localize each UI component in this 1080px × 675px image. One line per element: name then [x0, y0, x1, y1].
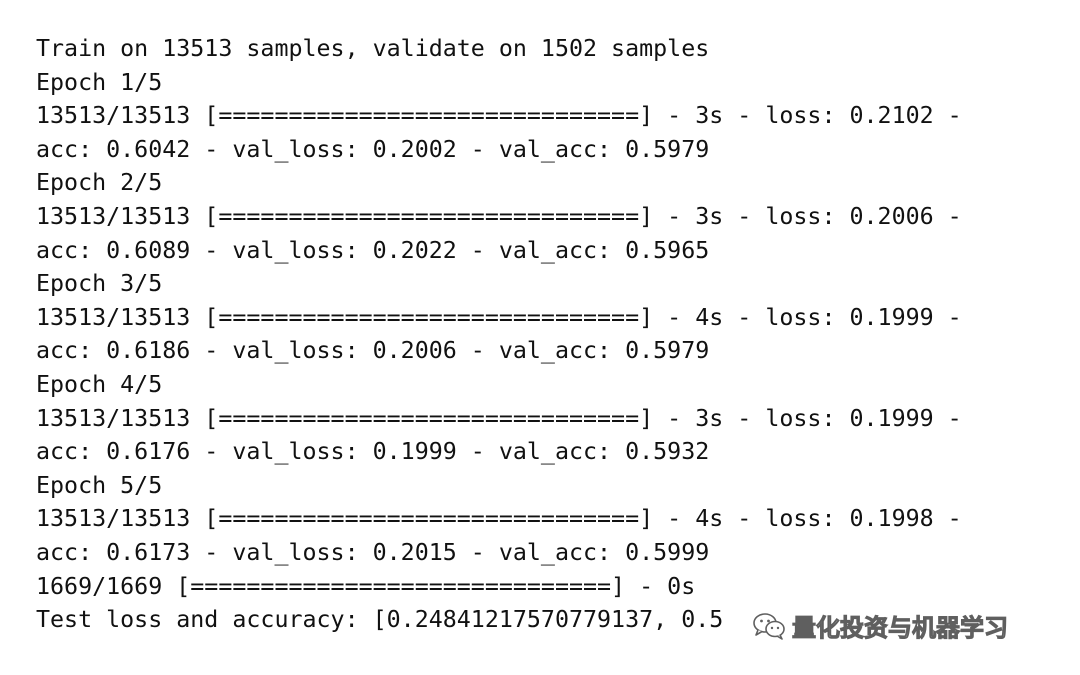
- watermark-text: 量化投资与机器学习: [792, 614, 1009, 643]
- console-line-epoch-5-progress: 13513/13513 [===========================…: [36, 505, 962, 533]
- console-line-epoch-2: Epoch 2/5: [36, 169, 163, 197]
- console-line-epoch-2-progress: 13513/13513 [===========================…: [36, 202, 962, 230]
- console-line-epoch-1: Epoch 1/5: [36, 68, 163, 96]
- console-line-epoch-5: Epoch 5/5: [36, 471, 163, 499]
- screenshot-canvas: Train on 13513 samples, validate on 1502…: [0, 0, 1080, 675]
- console-line-epoch-3: Epoch 3/5: [36, 270, 163, 298]
- console-line-epoch-4-metrics: acc: 0.6176 - val_loss: 0.1999 - val_acc…: [36, 438, 710, 466]
- console-line-epoch-1-metrics: acc: 0.6042 - val_loss: 0.2002 - val_acc…: [36, 135, 710, 163]
- console-line-epoch-2-metrics: acc: 0.6089 - val_loss: 0.2022 - val_acc…: [36, 236, 710, 264]
- console-line-summary: Train on 13513 samples, validate on 1502…: [36, 35, 710, 62]
- console-line-epoch-4-progress: 13513/13513 [===========================…: [36, 404, 962, 432]
- console-line-epoch-4: Epoch 4/5: [36, 370, 163, 398]
- wechat-icon: [753, 612, 785, 640]
- console-line-epoch-5-metrics: acc: 0.6173 - val_loss: 0.2015 - val_acc…: [36, 538, 710, 566]
- console-line-epoch-1-progress: 13513/13513 [===========================…: [36, 102, 962, 130]
- watermark: 量化投资与机器学习: [752, 608, 1009, 643]
- console-line-test-progress: 1669/1669 [=============================…: [36, 572, 696, 600]
- console-line-epoch-3-metrics: acc: 0.6186 - val_loss: 0.2006 - val_acc…: [36, 337, 710, 365]
- console-line-epoch-3-progress: 13513/13513 [===========================…: [36, 303, 962, 331]
- terminal-output: Train on 13513 samples, validate on 1502…: [36, 32, 1056, 637]
